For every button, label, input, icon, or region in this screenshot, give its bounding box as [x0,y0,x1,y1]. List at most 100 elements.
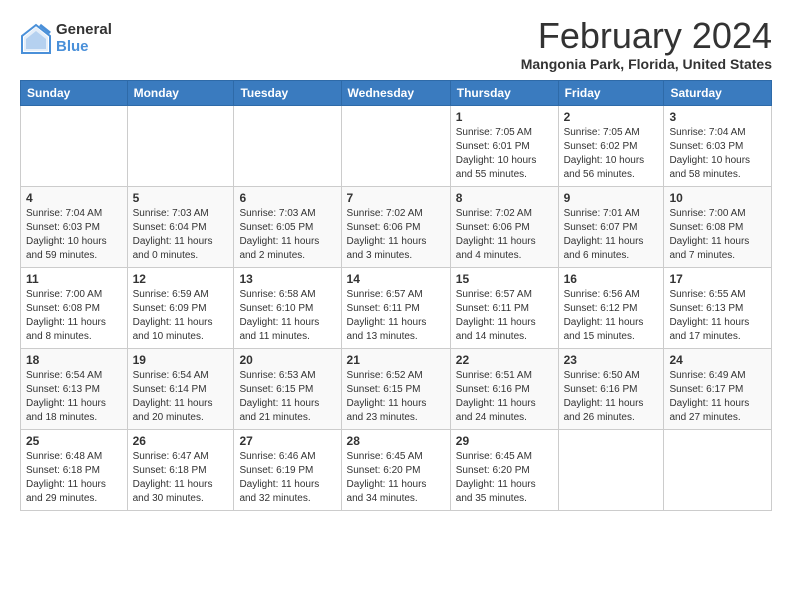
day-cell: 3Sunrise: 7:04 AM Sunset: 6:03 PM Daylig… [664,105,772,186]
week-row-3: 11 Sunrise: 7:00 AM Sunset: 6:08 PM Dayli… [21,267,772,348]
day-cell: 23 Sunrise: 6:50 AM Sunset: 6:16 PM Dayli… [558,348,664,429]
day-number: 29 [456,434,553,448]
day-number: 8 [456,191,553,205]
week-row-5: 25Sunrise: 6:48 AM Sunset: 6:18 PM Dayli… [21,429,772,510]
day-cell [558,429,664,510]
day-number: 17 [669,272,766,286]
day-number: 27 [239,434,335,448]
day-number: 1 [456,110,553,124]
col-header-tuesday: Tuesday [234,80,341,105]
day-number: 22 [456,353,553,367]
day-info: Sunrise: 7:03 AM Sunset: 6:04 PM Dayligh… [133,207,229,263]
day-info: Sunrise: 6:56 AM Sunset: 6:12 PM Dayligh… [564,288,659,344]
day-cell: 10 Sunrise: 7:00 AM Sunset: 6:08 PM Dayli… [664,186,772,267]
day-cell: 7 Sunrise: 7:02 AM Sunset: 6:06 PM Daylig… [341,186,450,267]
day-info: Sunrise: 6:54 AM Sunset: 6:13 PM Dayligh… [26,369,122,425]
day-number: 21 [347,353,445,367]
day-cell: 4 Sunrise: 7:04 AM Sunset: 6:03 PM Daylig… [21,186,128,267]
col-header-friday: Friday [558,80,664,105]
day-info: Sunrise: 6:59 AM Sunset: 6:09 PM Dayligh… [133,288,229,344]
day-cell [664,429,772,510]
day-info: Sunrise: 6:58 AM Sunset: 6:10 PM Dayligh… [239,288,335,344]
day-cell: 27 Sunrise: 6:46 AM Sunset: 6:19 PM Dayli… [234,429,341,510]
day-number: 6 [239,191,335,205]
day-cell: 21 Sunrise: 6:52 AM Sunset: 6:15 PM Dayli… [341,348,450,429]
day-info: Sunrise: 6:48 AM Sunset: 6:18 PM Dayligh… [26,450,122,506]
day-info: Sunrise: 7:02 AM Sunset: 6:06 PM Dayligh… [456,207,553,263]
day-cell: 28Sunrise: 6:45 AM Sunset: 6:20 PM Dayli… [341,429,450,510]
day-cell: 13 Sunrise: 6:58 AM Sunset: 6:10 PM Dayli… [234,267,341,348]
logo-text: General Blue [56,22,112,55]
day-cell: 17 Sunrise: 6:55 AM Sunset: 6:13 PM Dayli… [664,267,772,348]
day-cell: 22Sunrise: 6:51 AM Sunset: 6:16 PM Dayli… [450,348,558,429]
title-area: February 2024 Mangonia Park, Florida, Un… [521,16,772,72]
day-cell: 24 Sunrise: 6:49 AM Sunset: 6:17 PM Dayli… [664,348,772,429]
logo-blue-text: Blue [56,39,112,56]
day-info: Sunrise: 7:00 AM Sunset: 6:08 PM Dayligh… [26,288,122,344]
day-cell: 9Sunrise: 7:01 AM Sunset: 6:07 PM Daylig… [558,186,664,267]
month-title: February 2024 [521,16,772,56]
week-row-1: 1Sunrise: 7:05 AM Sunset: 6:01 PM Daylig… [21,105,772,186]
day-info: Sunrise: 7:04 AM Sunset: 6:03 PM Dayligh… [26,207,122,263]
day-info: Sunrise: 6:49 AM Sunset: 6:17 PM Dayligh… [669,369,766,425]
day-number: 2 [564,110,659,124]
day-number: 15 [456,272,553,286]
day-cell: 12 Sunrise: 6:59 AM Sunset: 6:09 PM Dayli… [127,267,234,348]
day-number: 14 [347,272,445,286]
day-number: 23 [564,353,659,367]
col-header-monday: Monday [127,80,234,105]
day-cell: 20 Sunrise: 6:53 AM Sunset: 6:15 PM Dayli… [234,348,341,429]
day-info: Sunrise: 6:53 AM Sunset: 6:15 PM Dayligh… [239,369,335,425]
day-number: 19 [133,353,229,367]
calendar-table: SundayMondayTuesdayWednesdayThursdayFrid… [20,80,772,511]
day-info: Sunrise: 7:00 AM Sunset: 6:08 PM Dayligh… [669,207,766,263]
col-header-saturday: Saturday [664,80,772,105]
day-number: 11 [26,272,122,286]
day-cell: 5Sunrise: 7:03 AM Sunset: 6:04 PM Daylig… [127,186,234,267]
day-number: 4 [26,191,122,205]
day-cell: 11 Sunrise: 7:00 AM Sunset: 6:08 PM Dayli… [21,267,128,348]
day-info: Sunrise: 6:45 AM Sunset: 6:20 PM Dayligh… [456,450,553,506]
day-info: Sunrise: 6:50 AM Sunset: 6:16 PM Dayligh… [564,369,659,425]
day-number: 7 [347,191,445,205]
day-cell: 14Sunrise: 6:57 AM Sunset: 6:11 PM Dayli… [341,267,450,348]
day-cell: 29 Sunrise: 6:45 AM Sunset: 6:20 PM Dayli… [450,429,558,510]
day-number: 16 [564,272,659,286]
week-row-4: 18Sunrise: 6:54 AM Sunset: 6:13 PM Dayli… [21,348,772,429]
week-row-2: 4 Sunrise: 7:04 AM Sunset: 6:03 PM Daylig… [21,186,772,267]
day-number: 20 [239,353,335,367]
day-info: Sunrise: 6:52 AM Sunset: 6:15 PM Dayligh… [347,369,445,425]
header: General Blue February 2024 Mangonia Park… [20,16,772,72]
day-info: Sunrise: 7:02 AM Sunset: 6:06 PM Dayligh… [347,207,445,263]
col-header-sunday: Sunday [21,80,128,105]
logo: General Blue [20,22,112,55]
day-number: 10 [669,191,766,205]
day-info: Sunrise: 6:54 AM Sunset: 6:14 PM Dayligh… [133,369,229,425]
day-cell: 16 Sunrise: 6:56 AM Sunset: 6:12 PM Dayli… [558,267,664,348]
header-row: SundayMondayTuesdayWednesdayThursdayFrid… [21,80,772,105]
logo-icon [20,23,52,55]
day-number: 26 [133,434,229,448]
day-cell: 19 Sunrise: 6:54 AM Sunset: 6:14 PM Dayli… [127,348,234,429]
day-info: Sunrise: 7:01 AM Sunset: 6:07 PM Dayligh… [564,207,659,263]
day-info: Sunrise: 6:55 AM Sunset: 6:13 PM Dayligh… [669,288,766,344]
day-number: 28 [347,434,445,448]
logo-general-text: General [56,22,112,39]
day-number: 24 [669,353,766,367]
day-cell: 8 Sunrise: 7:02 AM Sunset: 6:06 PM Daylig… [450,186,558,267]
col-header-wednesday: Wednesday [341,80,450,105]
day-number: 13 [239,272,335,286]
day-number: 3 [669,110,766,124]
location: Mangonia Park, Florida, United States [521,56,772,72]
day-cell [21,105,128,186]
day-number: 12 [133,272,229,286]
day-cell: 18Sunrise: 6:54 AM Sunset: 6:13 PM Dayli… [21,348,128,429]
day-cell: 15Sunrise: 6:57 AM Sunset: 6:11 PM Dayli… [450,267,558,348]
day-cell [234,105,341,186]
day-info: Sunrise: 6:46 AM Sunset: 6:19 PM Dayligh… [239,450,335,506]
day-cell: 1Sunrise: 7:05 AM Sunset: 6:01 PM Daylig… [450,105,558,186]
day-cell [341,105,450,186]
day-cell: 2Sunrise: 7:05 AM Sunset: 6:02 PM Daylig… [558,105,664,186]
day-cell: 25Sunrise: 6:48 AM Sunset: 6:18 PM Dayli… [21,429,128,510]
day-cell: 26Sunrise: 6:47 AM Sunset: 6:18 PM Dayli… [127,429,234,510]
